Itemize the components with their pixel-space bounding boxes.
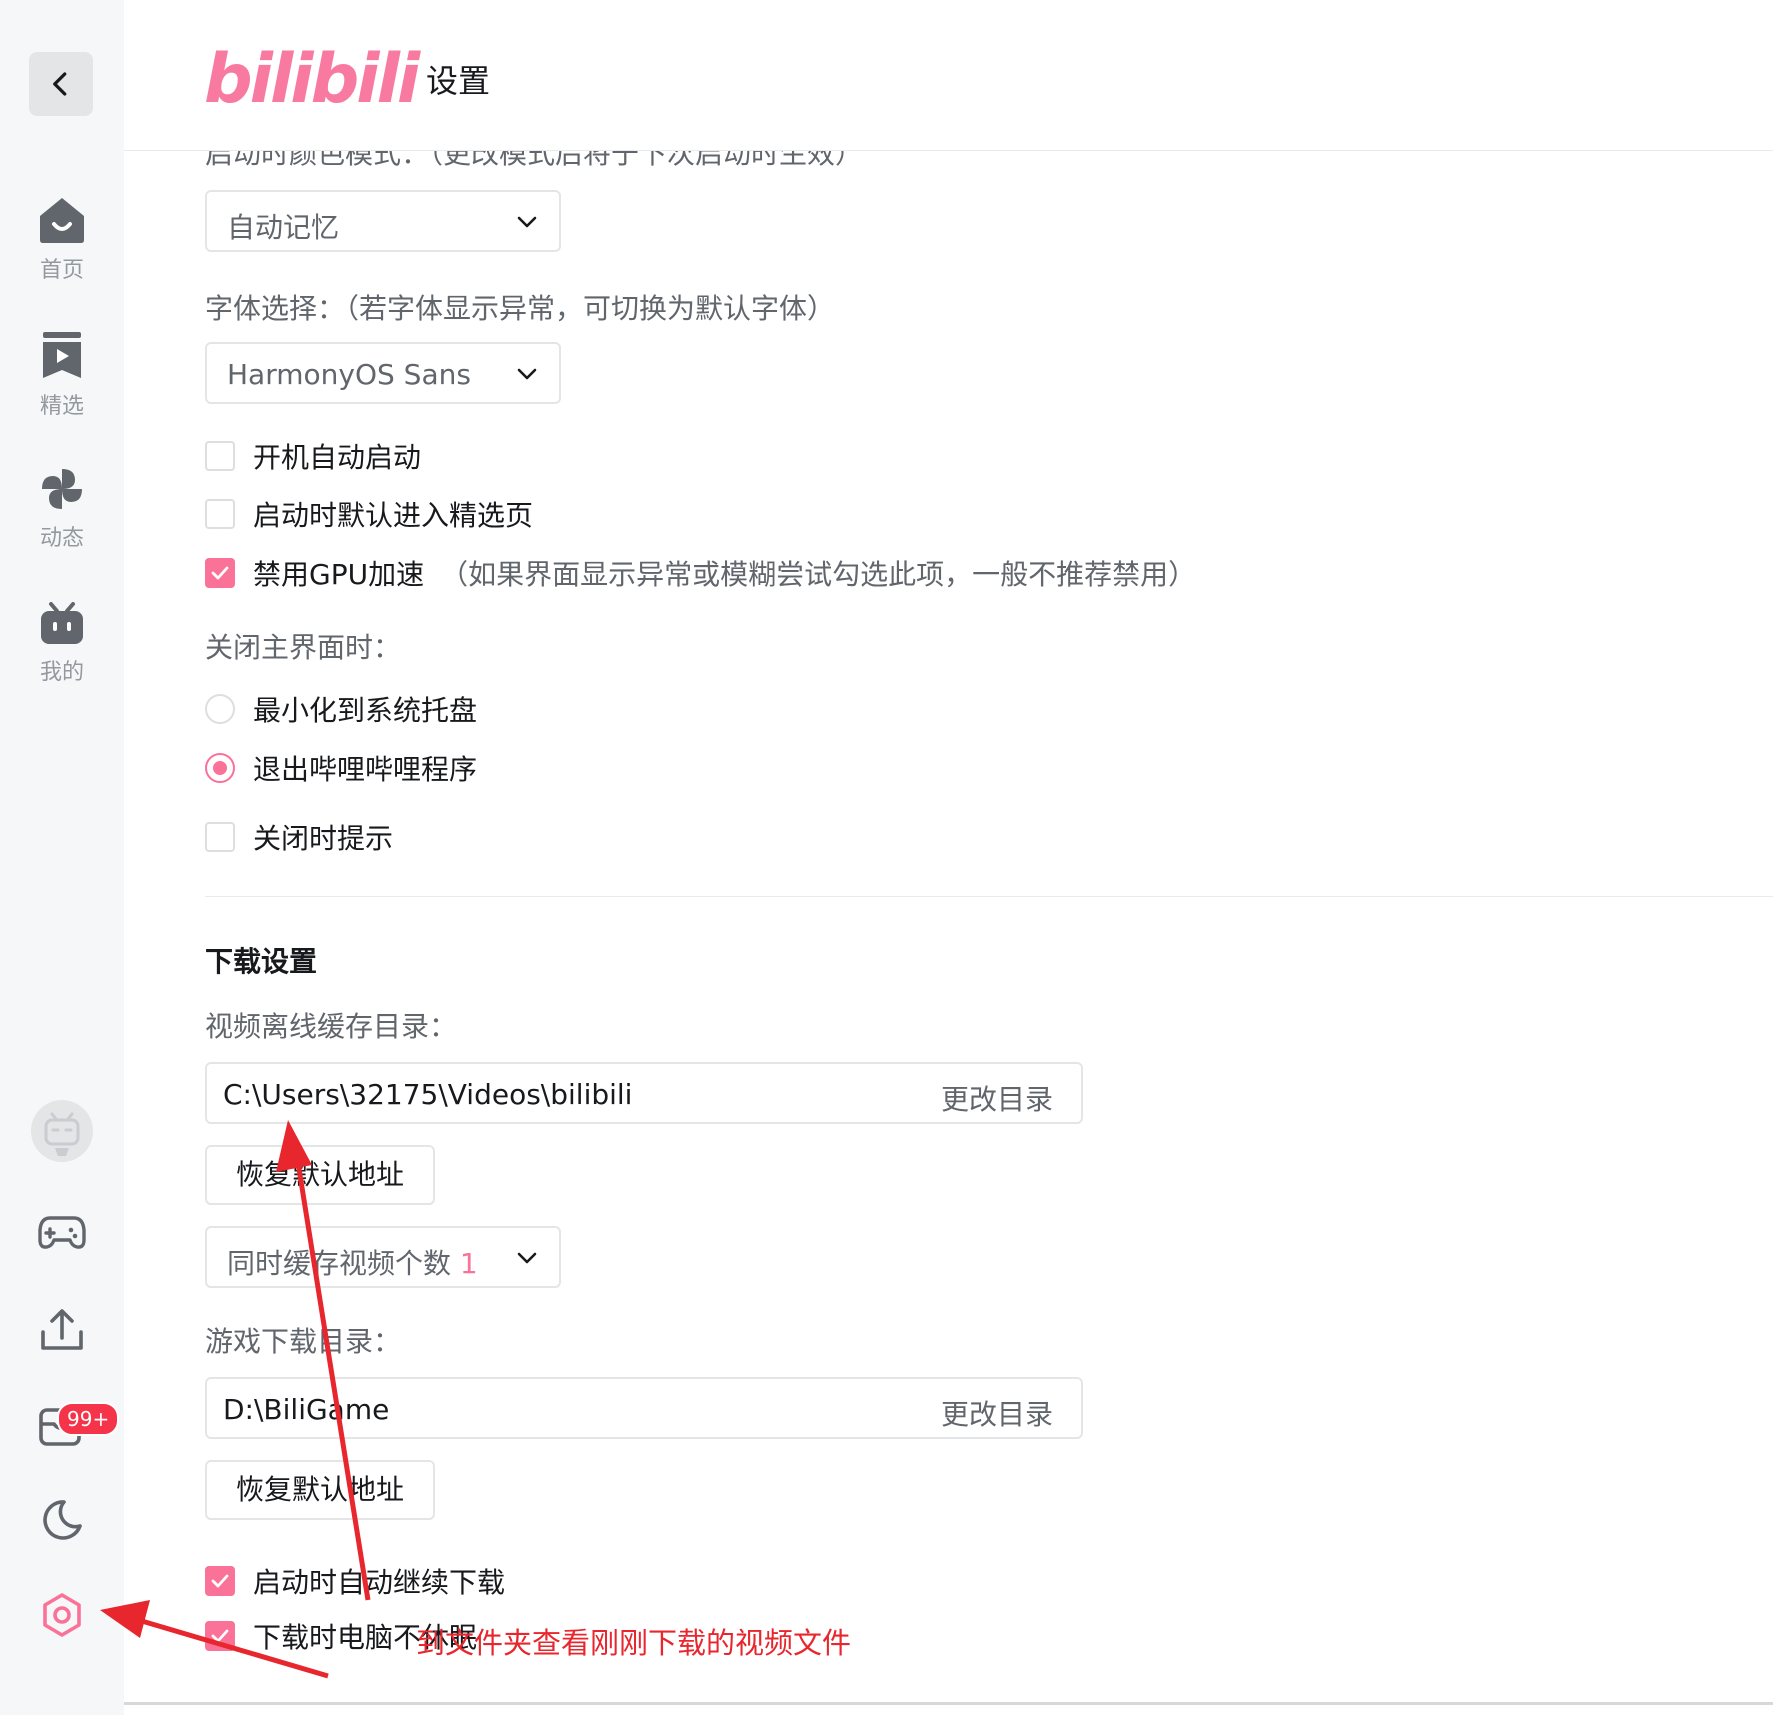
radio-dot (213, 761, 227, 775)
annotation-arrow-up (293, 1149, 371, 1601)
disable-gpu-checkbox[interactable] (205, 558, 235, 588)
chevron-left-icon (53, 72, 67, 96)
game-dir-label: 游戏下载目录： (205, 1325, 402, 1358)
sidebar-item-mine[interactable]: 我的 (0, 602, 124, 686)
restore-game-dir-button[interactable]: 恢复默认地址 (205, 1460, 435, 1520)
change-video-dir-button[interactable]: 更改目录 (941, 1078, 1053, 1118)
option-label: 启动时默认进入精选页 (253, 499, 534, 532)
pinwheel-icon (42, 469, 82, 509)
select-value: 同时缓存视频个数 1 (227, 1242, 478, 1282)
sidebar-item-featured[interactable]: 精选 (0, 332, 124, 420)
chevron-down-icon (517, 1252, 537, 1264)
font-select[interactable]: HarmonyOS Sans (205, 342, 561, 404)
game-dir-field: D:\BiliGame 更改目录 (205, 1377, 1083, 1439)
download-section-title: 下载设置 (205, 945, 318, 978)
checkmark-icon (211, 566, 229, 580)
change-game-dir-button[interactable]: 更改目录 (941, 1393, 1053, 1433)
auto-start-checkbox[interactable] (205, 441, 235, 471)
open-featured-checkbox[interactable] (205, 499, 235, 529)
exit-program-radio[interactable] (205, 753, 235, 783)
page-title: 设置 (426, 62, 491, 100)
option-label: 关闭时提示 (253, 822, 394, 855)
settings-button[interactable] (0, 1592, 124, 1638)
option-label: 最小化到系统托盘 (253, 694, 478, 727)
video-dir-label: 视频离线缓存目录： (205, 1010, 458, 1043)
disable-gpu-option[interactable]: 禁用GPU加速 （如果界面显示异常或模糊尝试勾选此项，一般不推荐禁用） (205, 553, 1196, 593)
option-label: 开机自动启动 (253, 441, 422, 474)
exit-program-option[interactable]: 退出哔哩哔哩程序 (205, 748, 477, 788)
option-label: 启动时自动继续下载 (253, 1566, 506, 1599)
select-number: 1 (459, 1247, 478, 1280)
back-button[interactable] (29, 52, 93, 116)
option-note: （如果界面显示异常或模糊尝试勾选此项，一般不推荐禁用） (440, 558, 1197, 591)
header: bilibili 设置 (124, 0, 1773, 151)
gamepad-icon (38, 1216, 86, 1249)
video-dir-field: C:\Users\32175\Videos\bilibili 更改目录 (205, 1062, 1083, 1124)
checkmark-icon (211, 1629, 229, 1643)
checkmark-icon (211, 1574, 229, 1588)
restore-video-dir-button[interactable]: 恢复默认地址 (205, 1145, 435, 1205)
unread-badge: 99+ (57, 1402, 120, 1436)
select-label: 同时缓存视频个数 (227, 1247, 452, 1280)
sidebar-item-label: 动态 (39, 526, 84, 551)
font-label: 字体选择：（若字体显示异常，可切换为默认字体） (205, 292, 836, 325)
section-divider (205, 896, 1773, 897)
video-dir-path: C:\Users\32175\Videos\bilibili (223, 1078, 633, 1111)
sidebar-item-label: 首页 (39, 258, 84, 283)
moon-icon (43, 1500, 82, 1540)
bilibili-logo: bilibili (204, 40, 420, 119)
close-behavior-label: 关闭主界面时： (205, 631, 402, 664)
sidebar-item-label: 我的 (39, 660, 84, 685)
auto-resume-checkbox[interactable] (205, 1566, 235, 1596)
close-prompt-option[interactable]: 关闭时提示 (205, 817, 393, 857)
dark-mode-toggle[interactable] (0, 1498, 124, 1542)
avatar-icon (31, 1100, 93, 1162)
minimize-tray-radio[interactable] (205, 694, 235, 724)
sidebar-item-home[interactable]: 首页 (0, 196, 124, 284)
window-bottom-edge (124, 1702, 1773, 1705)
auto-resume-option[interactable]: 启动时自动继续下载 (205, 1561, 505, 1601)
chevron-down-icon (517, 216, 537, 228)
settings-icon (43, 1593, 81, 1637)
option-label: 禁用GPU加速 (253, 558, 425, 591)
select-value: 自动记忆 (227, 211, 340, 244)
option-label: 退出哔哩哔哩程序 (253, 753, 478, 786)
game-center-button[interactable] (0, 1212, 124, 1252)
chevron-down-icon (517, 368, 537, 380)
sidebar-item-dynamic[interactable]: 动态 (0, 466, 124, 552)
concurrent-downloads-select[interactable]: 同时缓存视频个数 1 (205, 1226, 561, 1288)
annotation-text: 到文件夹查看刚刚下载的视频文件 (416, 1626, 852, 1660)
game-dir-path: D:\BiliGame (223, 1393, 390, 1426)
color-mode-select[interactable]: 自动记忆 (205, 190, 561, 252)
featured-icon (43, 332, 81, 378)
upload-icon (41, 1309, 83, 1350)
sidebar-item-label: 精选 (39, 394, 84, 419)
avatar[interactable] (0, 1100, 124, 1162)
no-sleep-checkbox[interactable] (205, 1621, 235, 1651)
annotation-arrows (100, 1120, 371, 1679)
tv-icon (41, 602, 83, 644)
close-prompt-checkbox[interactable] (205, 822, 235, 852)
sidebar: 首页 精选 动态 我的 99+ (0, 0, 124, 1715)
select-value: HarmonyOS Sans (227, 358, 471, 391)
open-featured-option[interactable]: 启动时默认进入精选页 (205, 494, 533, 534)
upload-button[interactable] (0, 1308, 124, 1352)
home-icon (40, 198, 84, 243)
minimize-tray-option[interactable]: 最小化到系统托盘 (205, 689, 477, 729)
auto-start-option[interactable]: 开机自动启动 (205, 436, 421, 476)
